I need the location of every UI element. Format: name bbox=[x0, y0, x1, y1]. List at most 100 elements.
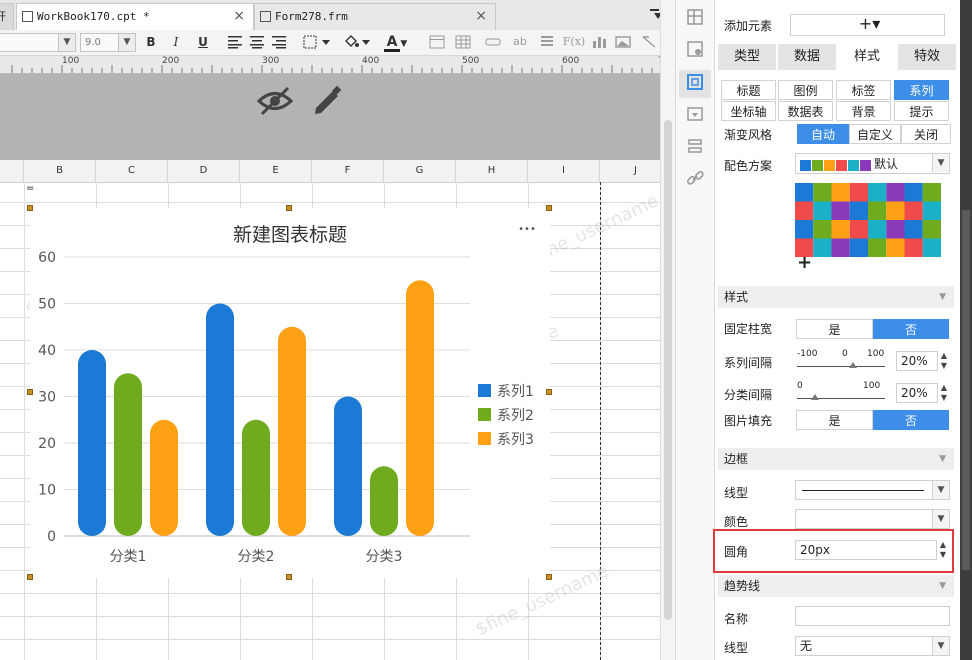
tab-style[interactable]: 样式 bbox=[838, 44, 896, 70]
scrollbar-thumb[interactable] bbox=[664, 120, 672, 620]
trendline-section-header[interactable]: 趋势线 ▼ bbox=[718, 575, 954, 597]
resize-handle[interactable] bbox=[546, 205, 552, 211]
palette-cell[interactable] bbox=[868, 238, 887, 258]
bar-系列1-分类2[interactable] bbox=[206, 303, 234, 537]
palette-cell[interactable] bbox=[922, 220, 941, 239]
palette-cell[interactable] bbox=[868, 220, 887, 239]
resize-handle[interactable] bbox=[546, 389, 552, 395]
palette-cell[interactable] bbox=[831, 201, 850, 221]
table-icon[interactable] bbox=[454, 33, 472, 51]
border-section-header[interactable]: 边框 ▼ bbox=[718, 448, 954, 470]
cell-element-icon[interactable] bbox=[684, 8, 706, 30]
gradient-off[interactable]: 关闭 bbox=[901, 124, 951, 144]
category-gap-slider[interactable]: 0 100 bbox=[797, 381, 893, 402]
subtab-datasheet[interactable]: 数据表 bbox=[778, 101, 833, 121]
color-palette-grid[interactable] bbox=[795, 183, 941, 257]
bar-系列3-分类2[interactable] bbox=[278, 326, 306, 536]
merge-icon[interactable] bbox=[428, 33, 446, 51]
fill-color-icon[interactable] bbox=[342, 33, 372, 51]
palette-cell[interactable] bbox=[922, 183, 941, 202]
column-h[interactable]: H bbox=[456, 160, 528, 182]
palette-cell[interactable] bbox=[922, 201, 941, 221]
palette-cell[interactable] bbox=[795, 220, 814, 239]
underline-button[interactable]: U bbox=[195, 33, 211, 51]
tab-effects[interactable]: 特效 bbox=[898, 44, 956, 70]
vertical-scrollbar[interactable] bbox=[660, 0, 676, 660]
color-scheme-select[interactable]: 默认 ▼ bbox=[795, 153, 950, 174]
legend-label[interactable]: 系列2 bbox=[497, 408, 534, 424]
trend-line-type-select[interactable]: 无 ▼ bbox=[795, 636, 950, 656]
tab-workbook[interactable]: WorkBook170.cpt * × bbox=[16, 3, 254, 30]
chart-widget[interactable]: 新建图表标题 ••• 0 10 20 30 40 50 60 分类1 分类2 分类3 系列1 系列… bbox=[27, 205, 552, 580]
category-gap-input[interactable]: 20% bbox=[896, 383, 938, 403]
link-icon[interactable] bbox=[484, 33, 502, 51]
bold-button[interactable]: B bbox=[143, 33, 159, 51]
align-center-icon[interactable] bbox=[248, 33, 266, 51]
bar-系列2-分类3[interactable] bbox=[370, 466, 398, 536]
add-element-button[interactable]: +▾ bbox=[790, 14, 945, 36]
palette-cell[interactable] bbox=[813, 201, 832, 221]
series-gap-stepper[interactable]: ▲ ▼ bbox=[938, 351, 950, 371]
palette-cell[interactable] bbox=[922, 238, 941, 258]
subtab-background[interactable]: 背景 bbox=[836, 101, 891, 121]
palette-cell[interactable] bbox=[813, 220, 832, 239]
hyperlink-icon[interactable] bbox=[684, 169, 706, 191]
gradient-custom[interactable]: 自定义 bbox=[849, 124, 901, 144]
column-d[interactable]: D bbox=[168, 160, 240, 182]
image-icon[interactable] bbox=[614, 33, 632, 51]
line-type-select[interactable]: ▼ bbox=[795, 480, 950, 500]
add-color-button[interactable]: + bbox=[797, 254, 812, 272]
image-fill-no[interactable]: 否 bbox=[873, 410, 949, 430]
align-left-icon[interactable] bbox=[226, 33, 244, 51]
slider-thumb[interactable] bbox=[811, 394, 819, 400]
series-gap-slider[interactable]: -100 0 100 bbox=[797, 349, 893, 370]
palette-cell[interactable] bbox=[795, 201, 814, 221]
chart-icon[interactable] bbox=[590, 33, 608, 51]
chart-attribute-icon[interactable] bbox=[684, 73, 706, 95]
palette-cell[interactable] bbox=[831, 220, 850, 239]
tab-data[interactable]: 数据 bbox=[778, 44, 836, 70]
legend-swatch[interactable] bbox=[478, 384, 491, 397]
legend-swatch[interactable] bbox=[478, 408, 491, 421]
font-color-button[interactable]: A ▼ bbox=[380, 33, 414, 52]
fixed-width-yes[interactable]: 是 bbox=[796, 319, 873, 339]
border-icon[interactable] bbox=[302, 33, 332, 51]
palette-cell[interactable] bbox=[904, 238, 923, 258]
bar-系列3-分类1[interactable] bbox=[150, 419, 178, 536]
scrollbar-thumb[interactable] bbox=[962, 210, 970, 570]
tab-overflow[interactable]: 杆 bbox=[0, 3, 14, 30]
palette-cell[interactable] bbox=[849, 183, 868, 202]
bar-系列2-分类2[interactable] bbox=[242, 419, 270, 536]
close-icon[interactable]: × bbox=[475, 4, 487, 29]
palette-cell[interactable] bbox=[868, 201, 887, 221]
widget-icon[interactable] bbox=[684, 105, 706, 127]
corner-radius-input[interactable]: 20px bbox=[795, 540, 937, 560]
subtab-series[interactable]: 系列 bbox=[894, 80, 949, 100]
gradient-auto[interactable]: 自动 bbox=[797, 124, 849, 144]
palette-cell[interactable] bbox=[813, 238, 832, 258]
panel-scrollbar[interactable] bbox=[960, 0, 972, 660]
palette-cell[interactable] bbox=[886, 201, 905, 221]
tab-form[interactable]: Form278.frm × bbox=[254, 3, 496, 30]
legend-label[interactable]: 系列1 bbox=[497, 384, 534, 400]
resize-handle[interactable] bbox=[286, 574, 292, 580]
slider-thumb[interactable] bbox=[849, 362, 857, 368]
column-i[interactable]: I bbox=[528, 160, 600, 182]
bar-系列1-分类1[interactable] bbox=[78, 350, 106, 536]
style-section-header[interactable]: 样式 ▼ bbox=[718, 286, 954, 308]
palette-cell[interactable] bbox=[886, 220, 905, 239]
align-right-icon[interactable] bbox=[270, 33, 288, 51]
resize-handle[interactable] bbox=[27, 389, 33, 395]
subtab-legend[interactable]: 图例 bbox=[778, 80, 833, 100]
palette-cell[interactable] bbox=[904, 220, 923, 239]
palette-cell[interactable] bbox=[849, 238, 868, 258]
list-icon[interactable] bbox=[538, 33, 556, 51]
resize-handle[interactable] bbox=[286, 205, 292, 211]
corner-radius-stepper[interactable]: ▲ ▼ bbox=[937, 540, 949, 560]
resize-handle[interactable] bbox=[27, 574, 33, 580]
palette-cell[interactable] bbox=[904, 201, 923, 221]
edit-pencil-icon[interactable] bbox=[310, 84, 344, 118]
palette-cell[interactable] bbox=[868, 183, 887, 202]
subtab-label[interactable]: 标签 bbox=[836, 80, 891, 100]
bar-系列1-分类3[interactable] bbox=[334, 396, 362, 537]
